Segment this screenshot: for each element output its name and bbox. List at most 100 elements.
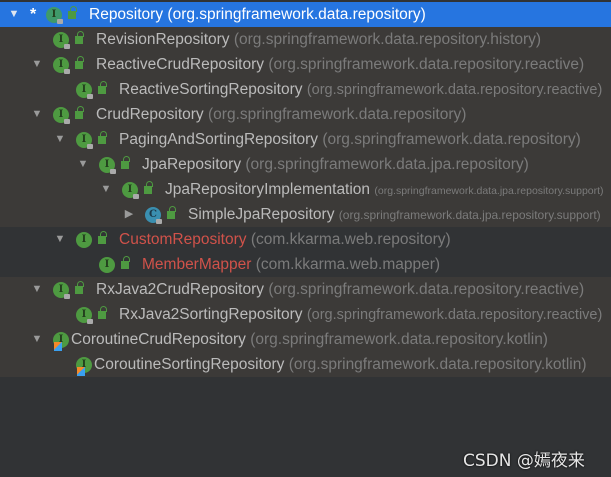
expanded-arrow-icon[interactable]: ▼ [31, 52, 43, 77]
collapsed-arrow-icon[interactable]: ▶ [123, 202, 135, 227]
tree-node[interactable]: I RevisionRepository (org.springframework… [0, 27, 611, 52]
public-visibility-icon [75, 31, 84, 44]
node-label: RxJava2CrudRepository (org.springframewo… [96, 277, 584, 302]
lock-icon [156, 219, 162, 224]
package-name: (org.springframework.data.repository.rea… [306, 307, 603, 323]
class-name: CrudRepository [96, 106, 204, 123]
public-visibility-icon [98, 306, 107, 319]
package-name: (org.springframework.data.repository.rea… [268, 56, 585, 73]
class-name: MemberMapper [142, 256, 252, 273]
tree-node[interactable]: ▶ C SimpleJpaRepository (org.springframewo… [0, 202, 611, 227]
node-label: RevisionRepository (org.springframework.… [96, 27, 541, 52]
lock-icon [87, 144, 93, 149]
package-name: (org.springframework.data.jpa.repository… [245, 156, 529, 173]
class-name: CoroutineCrudRepository [71, 331, 246, 348]
expanded-arrow-icon[interactable]: ▼ [31, 102, 43, 127]
interface-icon: I [99, 257, 115, 273]
public-visibility-icon [75, 56, 84, 69]
tree-node[interactable]: ▼ I CustomRepository (com.kkarma.web.repos… [0, 227, 611, 252]
package-name: (org.springframework.data.repository.rea… [306, 82, 603, 98]
node-label: JpaRepository (org.springframework.data.… [142, 152, 529, 177]
lock-icon [57, 19, 63, 24]
package-name: (org.springframework.data.jpa.repository… [374, 185, 604, 197]
node-label: CrudRepository (org.springframework.data… [96, 102, 466, 127]
public-visibility-icon [98, 131, 107, 144]
public-visibility-icon [98, 231, 107, 244]
interface-icon: I [76, 232, 92, 248]
lock-icon [64, 44, 70, 49]
expanded-arrow-icon[interactable]: ▼ [31, 327, 43, 352]
expanded-arrow-icon[interactable]: ▼ [31, 277, 43, 302]
lock-icon [87, 94, 93, 99]
watermark: CSDN @嫣夜来 [463, 451, 585, 471]
expanded-arrow-icon[interactable]: ▼ [54, 127, 66, 152]
class-name: PagingAndSortingRepository [119, 131, 319, 148]
node-label: CoroutineCrudRepository (org.springframe… [71, 327, 548, 352]
node-label: CoroutineSortingRepository (org.springfr… [94, 352, 587, 377]
class-name: ReactiveSortingRepository [119, 81, 303, 98]
class-name: ReactiveCrudRepository [96, 56, 264, 73]
node-label: JpaRepositoryImplementation (org.springf… [165, 177, 604, 204]
class-name: JpaRepository [142, 156, 242, 173]
tree-node[interactable]: I RxJava2SortingRepository (org.springfra… [0, 302, 611, 327]
node-label: MemberMapper (com.kkarma.web.mapper) [142, 252, 440, 277]
type-hierarchy-tree[interactable]: ▼ * I Repository (org.springframework.data.… [0, 2, 611, 377]
lock-icon [64, 69, 70, 74]
tree-node[interactable]: ▼ * I Repository (org.springframework.data.… [0, 2, 611, 27]
class-name: Repository [89, 6, 164, 23]
public-visibility-icon [75, 281, 84, 294]
class-name: CustomRepository [119, 231, 247, 248]
lock-icon [110, 169, 116, 174]
public-visibility-icon [75, 106, 84, 119]
lock-icon [87, 319, 93, 324]
package-name: (org.springframework.data.repository) [167, 6, 426, 23]
expanded-arrow-icon[interactable]: ▼ [100, 177, 112, 202]
public-visibility-icon [167, 206, 176, 219]
class-name: RxJava2CrudRepository [96, 281, 264, 298]
public-visibility-icon [121, 256, 130, 269]
node-label: CustomRepository (com.kkarma.web.reposit… [119, 227, 451, 252]
public-visibility-icon [144, 181, 153, 194]
kotlin-icon [77, 367, 85, 376]
expanded-arrow-icon[interactable]: ▼ [77, 152, 89, 177]
class-name: SimpleJpaRepository [188, 206, 335, 223]
node-label: SimpleJpaRepository (org.springframework… [188, 202, 601, 228]
tree-node[interactable]: I ReactiveSortingRepository (org.springfr… [0, 77, 611, 102]
package-name: (org.springframework.data.repository.kot… [250, 331, 548, 348]
node-label: PagingAndSortingRepository (org.springfr… [119, 127, 581, 152]
tree-node[interactable]: ▼ I CrudRepository (org.springframework.da… [0, 102, 611, 127]
package-name: (org.springframework.data.jpa.repository… [338, 208, 601, 222]
package-name: (org.springframework.data.repository) [322, 131, 581, 148]
package-name: (org.springframework.data.repository) [208, 106, 467, 123]
public-visibility-icon [98, 81, 107, 94]
public-visibility-icon [68, 6, 77, 19]
lock-icon [64, 294, 70, 299]
node-label: ReactiveSortingRepository (org.springfra… [119, 77, 602, 103]
node-label: ReactiveCrudRepository (org.springframew… [96, 52, 584, 77]
tree-node[interactable]: ▼ I RxJava2CrudRepository (org.springframe… [0, 277, 611, 302]
star-marker: * [30, 6, 37, 23]
package-name: (org.springframework.data.repository.his… [233, 31, 542, 48]
tree-node[interactable]: ▼ I ReactiveCrudRepository (org.springfram… [0, 52, 611, 77]
tree-node[interactable]: I MemberMapper (com.kkarma.web.mapper) [0, 252, 611, 277]
lock-icon [64, 119, 70, 124]
tree-node[interactable]: ▼ I CoroutineCrudRepository (org.springfra… [0, 327, 611, 352]
package-name: (org.springframework.data.repository.kot… [288, 356, 587, 373]
package-name: (com.kkarma.web.repository) [250, 231, 451, 248]
node-label: Repository (org.springframework.data.rep… [89, 2, 426, 27]
class-name: RevisionRepository [96, 31, 230, 48]
tree-node[interactable]: ▼ I JpaRepositoryImplementation (org.sprin… [0, 177, 611, 202]
package-name: (org.springframework.data.repository.rea… [268, 281, 585, 298]
kotlin-icon [54, 342, 62, 351]
tree-node[interactable]: ▼ I JpaRepository (org.springframework.dat… [0, 152, 611, 177]
tree-node[interactable]: ▼ I PagingAndSortingRepository (org.spring… [0, 127, 611, 152]
class-name: JpaRepositoryImplementation [165, 181, 371, 198]
tree-node[interactable]: I CoroutineSortingRepository (org.springf… [0, 352, 611, 377]
expanded-arrow-icon[interactable]: ▼ [8, 2, 20, 27]
class-name: RxJava2SortingRepository [119, 306, 303, 323]
lock-icon [133, 194, 139, 199]
public-visibility-icon [121, 156, 130, 169]
class-name: CoroutineSortingRepository [94, 356, 285, 373]
node-label: RxJava2SortingRepository (org.springfram… [119, 302, 602, 328]
expanded-arrow-icon[interactable]: ▼ [54, 227, 66, 252]
